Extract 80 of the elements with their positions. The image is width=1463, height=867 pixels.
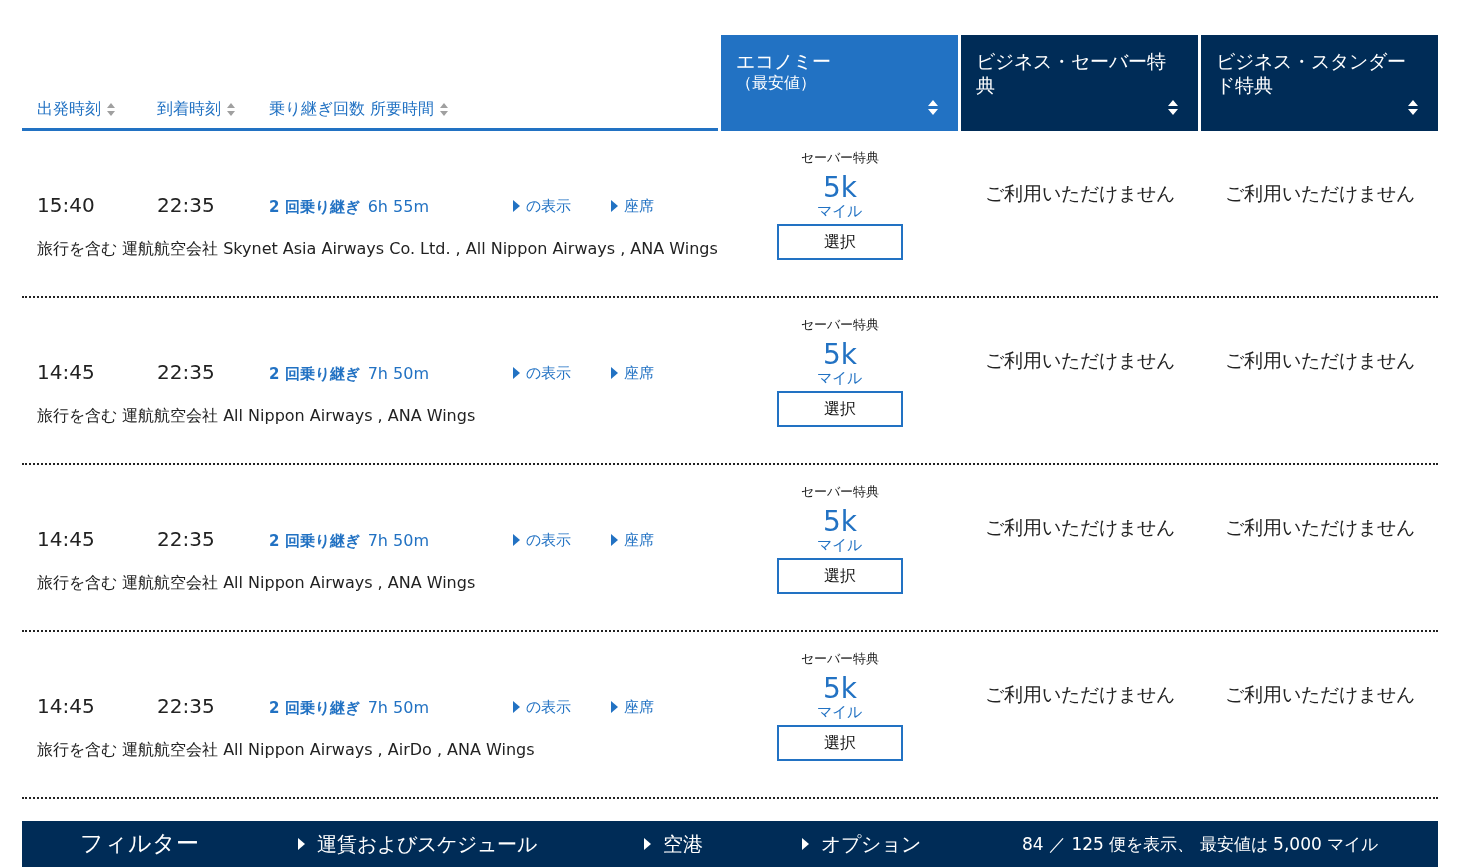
duration-text: 7h 50m [367, 531, 431, 550]
operators-text: 旅行を含む 運航航空会社 All Nippon Airways , AirDo , ANA Wings [36, 740, 536, 761]
sort-header[interactable]: 出発時刻 [37, 99, 157, 120]
caret-right-icon [512, 200, 520, 212]
select-button[interactable]: 選択 [776, 391, 903, 427]
sort-icon [440, 103, 449, 116]
caret-right-icon [512, 534, 520, 546]
caret-right-icon [610, 367, 618, 379]
arrival-time: 22:35 [157, 694, 216, 718]
sort-icon [1408, 100, 1418, 115]
duration-text: 6h 55m [367, 197, 431, 216]
filter-button[interactable]: フィルター [80, 827, 298, 861]
duration-text: 7h 50m [367, 364, 431, 383]
select-button[interactable]: 選択 [776, 224, 903, 260]
filter-section-toggle[interactable]: 運賃およびスケジュール [298, 830, 644, 858]
sort-header[interactable]: 乗り継ぎ回数 所要時間 [269, 99, 449, 120]
arrival-time: 22:35 [157, 193, 216, 217]
seats-link[interactable]: 座席 [610, 196, 654, 216]
stops-link[interactable]: 2 回乗り継ぎ [269, 198, 360, 217]
unavailable-text: ご利用いただけません [1224, 348, 1415, 373]
fare-column-header[interactable]: ビジネス・セーバー特典 [961, 35, 1199, 131]
miles-amount: 5k [822, 674, 857, 704]
seats-link[interactable]: 座席 [610, 530, 654, 550]
details-link[interactable]: の表示 [512, 196, 611, 216]
filter-section-toggle[interactable]: オプション [802, 830, 1022, 858]
departure-time: 14:45 [37, 527, 96, 551]
miles-unit: マイル [817, 203, 863, 219]
duration-text: 7h 50m [367, 698, 431, 717]
fare-column-header[interactable]: エコノミー （最安値） [721, 35, 959, 131]
miles-amount: 5k [822, 340, 857, 370]
caret-icon [298, 838, 305, 850]
operators-text: 旅行を含む 運航航空会社 All Nippon Airways , ANA Wings [36, 406, 477, 427]
miles-unit: マイル [817, 370, 863, 386]
sort-icon [227, 103, 235, 116]
caret-icon [802, 838, 809, 850]
stops-link[interactable]: 2 回乗り継ぎ [269, 532, 360, 551]
sort-icon [107, 103, 115, 116]
details-link[interactable]: の表示 [512, 363, 611, 383]
unavailable-text: ご利用いただけません [984, 348, 1175, 373]
fare-column-header[interactable]: ビジネス・スタンダード特典 [1201, 35, 1438, 131]
sort-icon [1168, 100, 1179, 115]
miles-unit: マイル [817, 537, 863, 553]
caret-right-icon [610, 200, 618, 212]
miles-unit: マイル [817, 704, 863, 720]
caret-right-icon [610, 701, 618, 713]
stops-link[interactable]: 2 回乗り継ぎ [269, 699, 360, 718]
seats-link[interactable]: 座席 [610, 697, 654, 717]
results-summary: 84 ／ 125 便を表示、 最安値は 5,000 マイル [1022, 832, 1379, 856]
miles-amount: 5k [822, 507, 857, 537]
departure-time: 14:45 [37, 694, 96, 718]
details-link[interactable]: の表示 [512, 530, 611, 550]
unavailable-text: ご利用いただけません [984, 181, 1175, 206]
departure-time: 14:45 [37, 360, 96, 384]
caret-right-icon [610, 534, 618, 546]
operators-text: 旅行を含む 運航航空会社 Skynet Asia Airways Co. Ltd. , All Nippon Airways , ANA Wings [36, 239, 719, 260]
fare-type-label: セーバー特典 [800, 650, 879, 668]
arrival-time: 22:35 [157, 527, 216, 551]
select-button[interactable]: 選択 [776, 725, 903, 761]
sort-icon [928, 100, 939, 115]
operators-text: 旅行を含む 運航航空会社 All Nippon Airways , ANA Wings [36, 573, 477, 594]
caret-right-icon [512, 367, 520, 379]
departure-time: 15:40 [37, 193, 96, 217]
stops-link[interactable]: 2 回乗り継ぎ [269, 365, 360, 384]
sort-header[interactable]: 到着時刻 [157, 99, 269, 120]
unavailable-text: ご利用いただけません [1224, 682, 1415, 707]
details-link[interactable]: の表示 [512, 697, 611, 717]
select-button[interactable]: 選択 [776, 558, 903, 594]
arrival-time: 22:35 [157, 360, 216, 384]
miles-amount: 5k [822, 173, 857, 203]
fare-type-label: セーバー特典 [800, 483, 879, 501]
seats-link[interactable]: 座席 [610, 363, 654, 383]
unavailable-text: ご利用いただけません [1224, 181, 1415, 206]
caret-icon [644, 838, 651, 850]
fare-type-label: セーバー特典 [800, 149, 879, 167]
unavailable-text: ご利用いただけません [984, 682, 1175, 707]
unavailable-text: ご利用いただけません [1224, 515, 1415, 540]
fare-type-label: セーバー特典 [800, 316, 879, 334]
filter-section-toggle[interactable]: 空港 [644, 830, 802, 858]
caret-right-icon [512, 701, 520, 713]
unavailable-text: ご利用いただけません [984, 515, 1175, 540]
